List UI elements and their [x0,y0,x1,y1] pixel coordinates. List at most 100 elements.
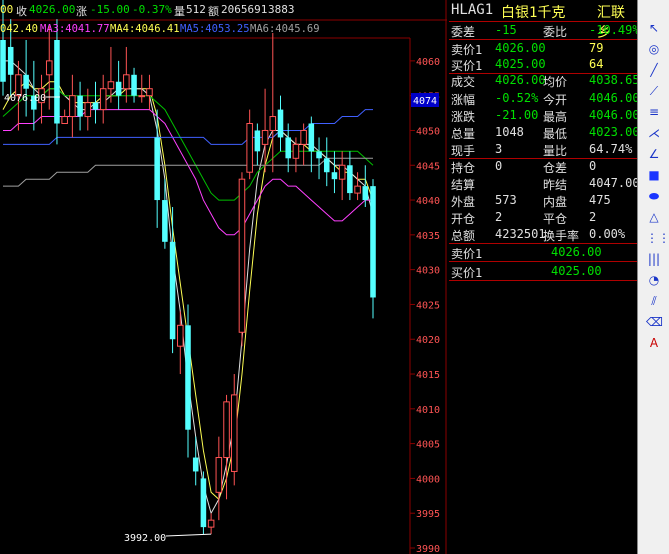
candle-body-up [61,116,68,125]
candle-body-down [362,186,369,201]
quote-row: 成交 4026.00 均价 4038.65 [449,72,640,89]
candle-body-up [45,60,53,76]
row-value: 0 [495,159,503,173]
candle-body-up [107,81,115,90]
quote-row: 委差 -15 委比 -10.49% [449,22,640,39]
row-label-2: 仓差 [543,161,568,175]
quote-row: 外盘 573 内盘 475 [449,192,637,209]
fan-lines-icon[interactable]: ⋌ [646,125,662,141]
row-value-2: 4023.00 [589,125,640,139]
ma3-value: MA3:4041.77 [40,23,110,35]
candle-body-down [200,478,207,528]
buy1-label: 买价1 [451,266,483,280]
header-prefix: 00 [0,3,14,16]
candle-body-up [246,123,253,173]
ma-legend: 042.40 MA3:4041.77 MA4:4046.41 MA5:4053.… [0,22,447,38]
change-percent: -0.37% [132,3,172,16]
drawing-toolbar: ↖ ◎ ╱ ⟋ ≡ ⋌ ∠ ■ ⬬ △ ⋮⋮ ||| ◔ ⫽ ⌫ A [637,0,669,554]
y-tick-label: 4035 [416,231,440,242]
instrument-name: 白银1千克 [501,5,566,21]
channel-tool-icon[interactable]: ⫽ [646,293,662,309]
price-axis: 4060405540504045404040354030402540204015… [411,57,440,554]
row-label-2: 内盘 [543,195,568,209]
text-tool-icon[interactable]: A [646,335,662,351]
row-value: 573 [495,193,517,207]
candle[interactable] [370,179,376,319]
y-tick-label: 4050 [416,126,440,137]
row-label-2: 今开 [543,93,568,107]
candle-body-down [185,325,191,430]
ma4-value: MA4:4046.41 [110,23,180,35]
ma6-value: MA6:4045.69 [250,23,320,35]
candle-body-down [77,95,83,117]
candle-body-up [300,129,307,145]
arc-tool-icon[interactable]: ◔ [646,272,662,288]
candle-body-up [69,95,76,118]
candle-body-up [207,519,215,528]
quote-row: 总量 1048 最低 4023.00 [449,124,640,141]
row-value: 4026.00 [495,73,546,87]
ma5-value: MA5:4053.25 [180,23,250,35]
quote-row: 开仓 2 平仓 2 [449,209,637,226]
candle-body-up [84,102,92,118]
row-value: 4025.00 [495,57,546,71]
row-value-2: 475 [589,193,611,207]
ma1-value: 042.40 [0,23,38,35]
parallel-lines-icon[interactable]: ≡ [646,104,662,120]
ray-tool-icon[interactable]: ⟋ [646,83,662,99]
row-label-2: 最低 [543,127,568,141]
candle-body-up [269,116,277,131]
candle-body-down [154,137,160,201]
row-value: 4232501 [495,227,546,241]
row-label: 总额 [451,229,476,243]
row-value-2: 0.00% [589,227,626,241]
y-tick-label: 4040 [416,196,440,207]
row-label: 持仓 [451,161,476,175]
y-tick-label: 4015 [416,370,440,381]
row-value: 1048 [495,125,524,139]
candlestick-chart[interactable]: 4060405540504045404040354030402540204015… [0,0,447,554]
close-value: 4026.00 [29,3,76,16]
angle-tool-icon[interactable]: ∠ [646,146,662,162]
close-label: 收 [16,5,27,18]
amount-label: 额 [208,5,219,18]
row-value-2: 0 [589,159,597,173]
sell1-label: 卖价1 [451,247,483,261]
candle-body-down [192,457,199,472]
line-tool-icon[interactable]: ╱ [646,62,662,78]
ellipse-icon[interactable]: ⬬ [646,188,662,204]
triangle-icon[interactable]: △ [646,209,662,225]
candle-body-down [0,40,6,82]
quote-row: 结算 昨结 4047.00 [449,175,640,192]
candle-body-down [277,109,284,138]
candle-body-down [254,130,261,152]
rectangle-icon[interactable]: ■ [646,167,662,183]
eraser-icon[interactable]: ⌫ [646,314,663,330]
vertical-lines-icon[interactable]: ||| [646,251,662,267]
y-tick-label: 4005 [416,440,440,451]
row-label-2: 最高 [543,110,568,124]
candle-body-down [370,186,376,298]
candle[interactable] [238,172,246,347]
candle[interactable] [200,471,207,535]
row-value: -21.00 [495,108,539,122]
candle-body-down [169,241,176,340]
quote-row: 买价1 4025.00 64 [449,56,637,73]
cursor-arrow-icon[interactable]: ↖ [646,20,662,36]
row-label: 总量 [451,127,476,141]
quote-row: 总额 4232501 换手率 0.00% [449,226,637,243]
candle-body-up [238,178,246,333]
quote-row: 涨幅 -0.52% 今开 4046.00 [449,90,640,107]
current-price-tag: 4074 [413,96,437,107]
volume-label: 量 [174,5,185,18]
circle-target-icon[interactable]: ◎ [646,41,662,57]
low-price-label: 3992.00 [124,533,166,544]
cycle-lines-icon[interactable]: ⋮⋮ [646,230,669,246]
candle-body-down [316,151,322,159]
candle-body-up [354,185,361,194]
sell1-summary: 卖价1 4026.00 [449,244,637,261]
row-label-2: 昨结 [543,178,568,192]
candle-body-up [215,457,223,493]
y-tick-label: 3995 [416,509,440,520]
row-value-2: 2 [589,210,597,224]
